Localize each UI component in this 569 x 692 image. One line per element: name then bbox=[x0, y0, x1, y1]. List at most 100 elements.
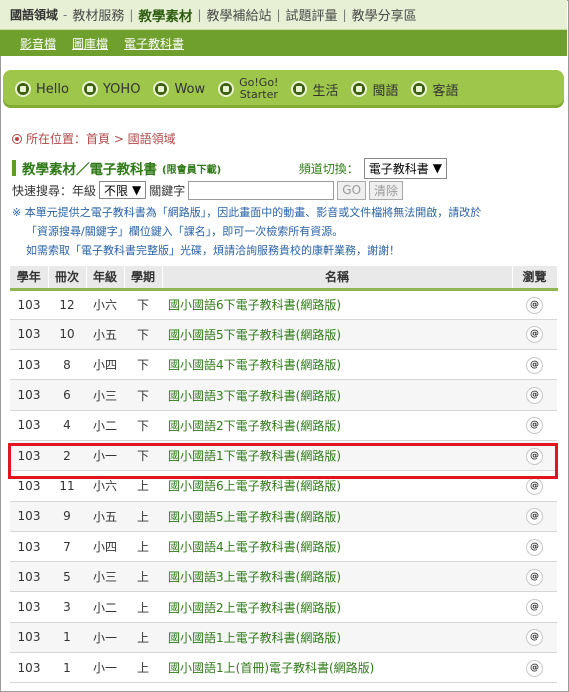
col-grade: 年級 bbox=[86, 266, 125, 291]
channel-label: 閩語 bbox=[372, 83, 399, 99]
cell-name: 國小國語2下電子教科書(網路版) bbox=[162, 410, 512, 441]
ebook-link[interactable]: 國小國語2下電子教科書(網路版) bbox=[168, 419, 341, 433]
cell-grade: 小三 bbox=[86, 561, 124, 593]
browse-icon[interactable]: @ bbox=[526, 629, 543, 647]
cell-term: 上 bbox=[124, 501, 162, 532]
cell-name: 國小國語2上電子教科書(網路版) bbox=[162, 591, 512, 623]
table-row: 103 9 小五上國小國語5上電子教科書(網路版) @ bbox=[10, 501, 557, 532]
table-row: 103 12 小六下國小國語6下電子教科書(網路版) @ bbox=[10, 289, 557, 320]
cell-grade: 小五 bbox=[86, 319, 124, 351]
ebook-link[interactable]: 國小國語6上電子教科書(網路版) bbox=[168, 479, 341, 493]
browse-icon[interactable]: @ bbox=[526, 326, 543, 344]
ebook-link[interactable]: 國小國語4下電子教科書(網路版) bbox=[168, 358, 341, 372]
cell-name: 國小國語1上電子教科書(網路版) bbox=[162, 622, 512, 654]
ebook-link[interactable]: 國小國語3上電子教科書(網路版) bbox=[168, 570, 341, 584]
cell-grade: 小四 bbox=[86, 349, 124, 381]
ebook-link[interactable]: 國小國語5下電子教科書(網路版) bbox=[168, 328, 341, 342]
ebook-link[interactable]: 國小國語6下電子教科書(網路版) bbox=[168, 298, 341, 312]
title-bar: 教學素材／電子教科書 (限會員下載) 頻道切換： 電子教科書 ▼ bbox=[12, 157, 557, 179]
channel-gogo-starter[interactable]: Go!Go! Starter bbox=[218, 77, 278, 101]
browse-icon[interactable]: @ bbox=[526, 477, 543, 495]
browse-icon[interactable]: @ bbox=[526, 296, 543, 314]
cell-volume: 10 bbox=[48, 319, 86, 351]
cell-term: 下 bbox=[124, 410, 162, 441]
notice-text: ※ 本單元提供之電子教科書為「網路版」，因此畫面中的動畫、影音或文件檔將無法開啟… bbox=[12, 203, 557, 260]
ebook-link[interactable]: 國小國語2上電子教科書(網路版) bbox=[168, 601, 341, 615]
browse-icon[interactable]: @ bbox=[526, 417, 543, 435]
browse-icon[interactable]: @ bbox=[526, 508, 543, 526]
cell-grade: 小四 bbox=[86, 531, 124, 563]
ebook-link[interactable]: 國小國語3下電子教科書(網路版) bbox=[168, 389, 341, 403]
grade-label: 快速搜尋：年級 bbox=[12, 183, 97, 198]
cell-year: 103 bbox=[10, 591, 48, 623]
clear-button[interactable]: 清除 bbox=[369, 180, 404, 200]
cell-year: 103 bbox=[10, 501, 48, 532]
go-button[interactable]: GO bbox=[337, 180, 367, 200]
cell-name: 國小國語5上電子教科書(網路版) bbox=[162, 501, 512, 532]
nav-item-materials-service[interactable]: 教材服務 bbox=[72, 5, 124, 24]
channel-bullet-icon bbox=[15, 81, 31, 97]
channel-switch-select[interactable]: 電子教科書 ▼ bbox=[363, 157, 447, 179]
cell-name: 國小國語3下電子教科書(網路版) bbox=[162, 379, 512, 411]
cell-year: 103 bbox=[10, 349, 48, 381]
channel-yoho[interactable]: YOHO bbox=[81, 81, 141, 97]
browse-icon[interactable]: @ bbox=[526, 568, 543, 586]
cell-name: 國小國語1上(首冊)電子教科書(網路版) bbox=[162, 652, 512, 684]
browse-icon[interactable]: @ bbox=[526, 599, 543, 617]
col-year: 學年 bbox=[10, 266, 49, 291]
browse-icon[interactable]: @ bbox=[526, 538, 543, 556]
page-title: 教學素材／電子教科書 bbox=[22, 162, 157, 178]
subnav-item-gallery[interactable]: 圖庫檔 bbox=[72, 35, 108, 52]
table-row: 103 4 小二下國小國語2下電子教科書(網路版) @ bbox=[10, 410, 557, 441]
ebook-link[interactable]: 國小國語1上(首冊)電子教科書(網路版) bbox=[168, 661, 374, 675]
cell-browse: @ bbox=[512, 319, 557, 351]
cell-volume: 3 bbox=[48, 591, 86, 623]
subnav-item-ebook[interactable]: 電子教科書 bbox=[124, 35, 184, 52]
cell-year: 103 bbox=[10, 652, 48, 684]
ebook-link[interactable]: 國小國語4上電子教科書(網路版) bbox=[168, 540, 341, 554]
cell-volume: 4 bbox=[48, 410, 86, 441]
channel-label: YOHO bbox=[102, 81, 141, 97]
ebook-link[interactable]: 國小國語5上電子教科書(網路版) bbox=[168, 510, 341, 524]
col-name: 名稱 bbox=[162, 266, 513, 291]
browse-icon[interactable]: @ bbox=[526, 659, 543, 677]
table-row: 103 5 小三上國小國語3上電子教科書(網路版) @ bbox=[10, 561, 557, 593]
brand-label[interactable]: 國語領域 bbox=[10, 6, 58, 23]
table-header-row: 學年 冊次 年級 學期 名稱 瀏覽 bbox=[10, 266, 558, 291]
cell-browse: @ bbox=[512, 652, 557, 684]
breadcrumb-text[interactable]: 所在位置：首頁 > 國語領域 bbox=[26, 130, 176, 147]
cell-volume: 1 bbox=[48, 652, 86, 684]
table-row: 103 6 小三下國小國語3下電子教科書(網路版) @ bbox=[10, 379, 557, 411]
channel-life[interactable]: 生活 bbox=[291, 80, 338, 99]
nav-item-sharing-area[interactable]: 教學分享區 bbox=[352, 5, 417, 24]
cell-year: 103 bbox=[10, 410, 48, 441]
cell-grade: 小二 bbox=[86, 591, 124, 623]
channel-switch-value: 電子教科書 bbox=[368, 161, 429, 176]
keyword-input[interactable] bbox=[188, 180, 335, 200]
channel-hakka[interactable]: 客語 bbox=[411, 80, 459, 99]
col-volume: 冊次 bbox=[48, 266, 87, 291]
row-highlight-box bbox=[8, 443, 558, 479]
table-row: 103 7 小四上國小國語4上電子教科書(網路版) @ bbox=[10, 531, 557, 563]
cell-browse: @ bbox=[512, 379, 557, 411]
ebook-link[interactable]: 國小國語1上電子教科書(網路版) bbox=[168, 631, 341, 645]
cell-year: 103 bbox=[10, 531, 48, 563]
channel-bullet-icon bbox=[291, 81, 308, 97]
browse-icon[interactable]: @ bbox=[526, 356, 543, 374]
channel-bullet-icon bbox=[411, 81, 428, 97]
nav-item-teaching-materials[interactable]: 教學素材 bbox=[138, 5, 192, 25]
subnav-item-video[interactable]: 影音檔 bbox=[20, 35, 56, 52]
channel-wow[interactable]: Wow bbox=[153, 81, 205, 97]
grade-select[interactable]: 不限 ▼ bbox=[99, 181, 147, 199]
nav-item-assessment[interactable]: 試題評量 bbox=[286, 5, 338, 24]
nav-item-supply-station[interactable]: 教學補給站 bbox=[206, 5, 271, 24]
channel-bullet-icon bbox=[81, 81, 98, 97]
cell-grade: 小六 bbox=[86, 289, 124, 320]
channel-minnan[interactable]: 閩語 bbox=[351, 80, 398, 99]
cell-volume: 8 bbox=[48, 349, 86, 381]
cell-grade: 小一 bbox=[86, 652, 124, 684]
cell-name: 國小國語5下電子教科書(網路版) bbox=[162, 319, 512, 351]
browse-icon[interactable]: @ bbox=[526, 387, 543, 405]
cell-term: 上 bbox=[124, 622, 162, 654]
channel-hello[interactable]: Hello bbox=[15, 81, 69, 97]
